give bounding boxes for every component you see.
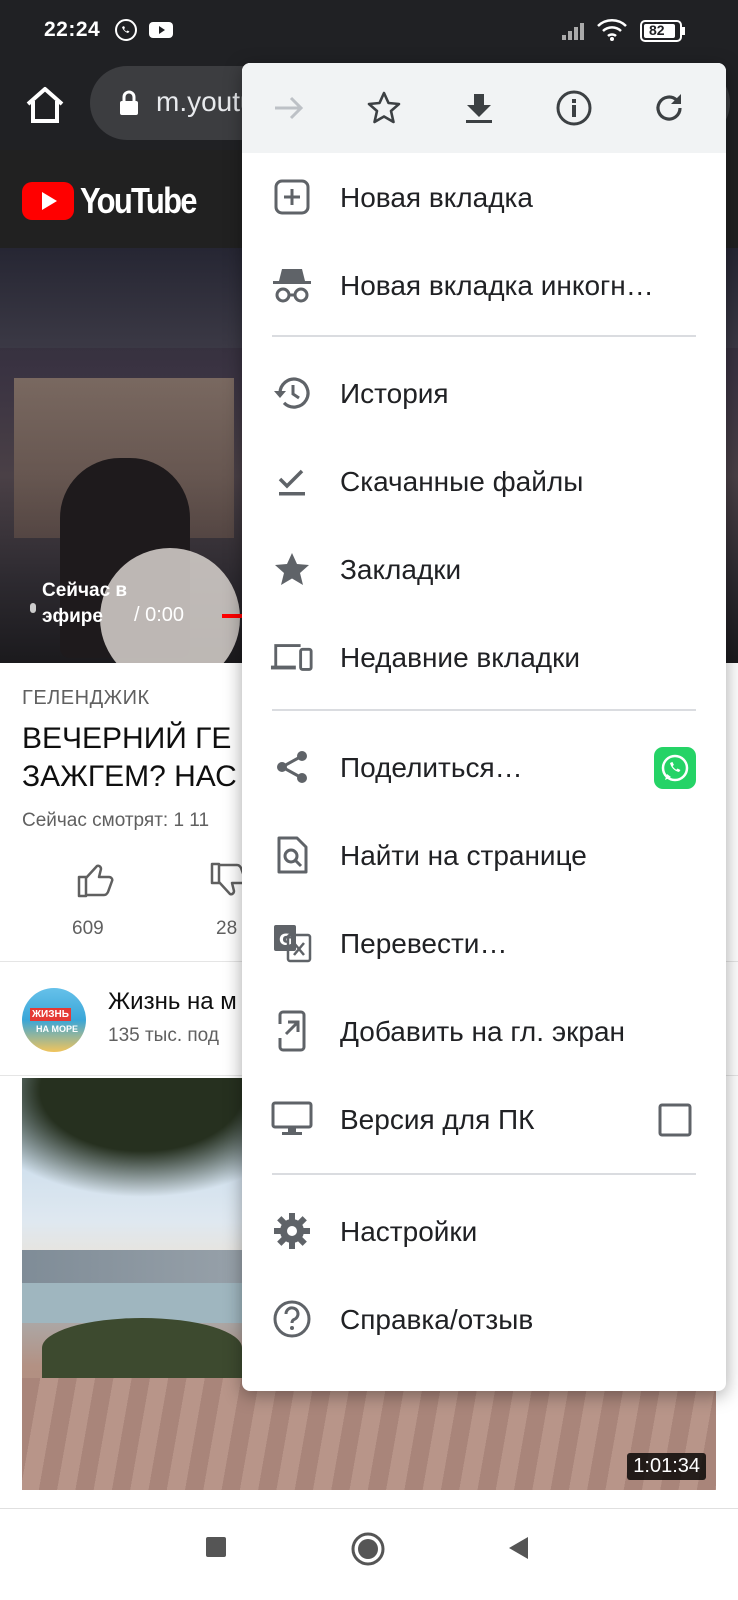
- menu-action-row: [242, 63, 726, 153]
- thumbnail-paving: [22, 1378, 716, 1490]
- system-nav-bar: [0, 1508, 738, 1600]
- live-dot-icon: [30, 603, 36, 613]
- reload-icon: [656, 94, 682, 121]
- youtube-logo[interactable]: YouTube: [22, 180, 215, 222]
- channel-avatar-text: ЖИЗНЬ: [30, 1008, 71, 1021]
- menu-item-label: Настройки: [340, 1216, 478, 1247]
- menu-item-help-feedback[interactable]: Справка/отзыв: [242, 1275, 726, 1363]
- channel-name[interactable]: Жизнь на м: [108, 988, 237, 1016]
- youtube-logo-icon: [22, 182, 74, 220]
- player-time: / 0:00: [134, 604, 185, 626]
- menu-item-share[interactable]: Поделиться…: [242, 723, 726, 811]
- settings-icon: [270, 1209, 314, 1253]
- menu-item-add-to-home[interactable]: Добавить на гл. экран: [242, 987, 726, 1075]
- menu-item-label: Найти на странице: [340, 840, 587, 871]
- menu-item-incognito-tab[interactable]: Новая вкладка инкогн…: [242, 241, 726, 329]
- menu-item-label: Закладки: [340, 554, 462, 585]
- menu-item-desktop-version[interactable]: Версия для ПК: [242, 1075, 726, 1163]
- desktop-version-checkbox[interactable]: [658, 1103, 692, 1142]
- bookmark-button[interactable]: [359, 83, 409, 133]
- menu-item-downloads[interactable]: Скачанные файлы: [242, 437, 726, 525]
- youtube-logo-text: YouTube: [80, 180, 198, 221]
- back-button[interactable]: [506, 1535, 530, 1566]
- home-button[interactable]: [22, 82, 68, 128]
- video-duration: 1:01:34: [627, 1453, 706, 1480]
- menu-item-recent-tabs[interactable]: Недавние вкладки: [242, 613, 726, 701]
- menu-item-label: Новая вкладка инкогн…: [340, 270, 654, 301]
- channel-subscribers: 135 тыс. под: [108, 1025, 219, 1046]
- like-button[interactable]: [70, 860, 120, 905]
- menu-item-label: Справка/отзыв: [340, 1304, 534, 1335]
- back-triangle-icon: [509, 1537, 528, 1559]
- reload-button[interactable]: [644, 83, 694, 133]
- square-icon: [206, 1537, 226, 1557]
- incognito-icon: [270, 263, 314, 307]
- home-nav-button[interactable]: [350, 1531, 386, 1572]
- channel-avatar[interactable]: ЖИЗНЬ НА МОРЕ: [22, 988, 86, 1052]
- downloads-icon: [270, 459, 314, 503]
- add-to-home-icon: [270, 1009, 314, 1053]
- menu-item-label: Недавние вкладки: [340, 642, 580, 673]
- menu-item-label: Скачанные файлы: [340, 466, 584, 497]
- recents-button[interactable]: [204, 1535, 228, 1564]
- recent-tabs-icon: [270, 635, 314, 679]
- live-label: Сейчас в эфире: [42, 580, 128, 627]
- dislike-count: 28: [216, 918, 238, 939]
- location-tag[interactable]: ГЕЛЕНДЖИК: [22, 687, 150, 710]
- bookmarks-icon: [270, 547, 314, 591]
- download-icon: [466, 94, 492, 123]
- menu-item-bookmarks[interactable]: Закладки: [242, 525, 726, 613]
- circle-icon: [351, 1532, 385, 1566]
- menu-item-find-in-page[interactable]: Найти на странице: [242, 811, 726, 899]
- menu-item-history[interactable]: История: [242, 349, 726, 437]
- translate-icon: G: [270, 921, 314, 965]
- youtube-icon: [148, 18, 174, 47]
- thumbnail-bush: [42, 1318, 242, 1378]
- help-icon: [270, 1297, 314, 1341]
- new-tab-icon: [270, 175, 314, 219]
- battery-level: 82: [649, 22, 665, 38]
- menu-item-new-tab[interactable]: Новая вкладка: [242, 153, 726, 241]
- lock-icon: [118, 90, 140, 121]
- page-info-button[interactable]: [549, 83, 599, 133]
- share-icon: [270, 745, 314, 789]
- svg-text:G: G: [279, 930, 292, 949]
- forward-icon: [275, 96, 304, 120]
- desktop-icon: [270, 1097, 314, 1141]
- whatsapp-icon: [114, 18, 138, 47]
- history-icon: [270, 371, 314, 415]
- menu-separator: [272, 335, 696, 337]
- channel-avatar-subtext: НА МОРЕ: [36, 1024, 79, 1034]
- menu-item-label: Новая вкладка: [340, 182, 533, 213]
- menu-item-translate[interactable]: G Перевести…: [242, 899, 726, 987]
- menu-item-label: Поделиться…: [340, 752, 523, 783]
- menu-item-settings[interactable]: Настройки: [242, 1187, 726, 1275]
- info-icon: [556, 90, 592, 126]
- home-icon: [26, 87, 64, 123]
- status-bar: 22:24 82: [0, 0, 738, 62]
- thumbs-up-icon: [77, 864, 114, 898]
- whatsapp-share-icon[interactable]: [654, 747, 696, 794]
- download-button[interactable]: [454, 83, 504, 133]
- menu-item-label: История: [340, 378, 449, 409]
- viewer-count: Сейчас смотрят: 1 11: [22, 810, 210, 831]
- wifi-icon: [596, 18, 628, 47]
- overflow-menu: Новая вкладка Новая вкладка инкогн… Исто…: [242, 63, 726, 1391]
- menu-item-label: Добавить на гл. экран: [340, 1016, 625, 1047]
- battery-icon: 82: [640, 20, 686, 47]
- status-time: 22:24: [44, 18, 101, 41]
- signal-icon: [560, 18, 590, 47]
- menu-item-label: Версия для ПК: [340, 1104, 535, 1135]
- find-in-page-icon: [270, 833, 314, 877]
- menu-separator: [272, 1173, 696, 1175]
- menu-separator: [272, 709, 696, 711]
- like-count: 609: [72, 918, 104, 939]
- forward-button[interactable]: [264, 83, 314, 133]
- bookmark-star-icon: [367, 91, 401, 124]
- menu-item-label: Перевести…: [340, 928, 508, 959]
